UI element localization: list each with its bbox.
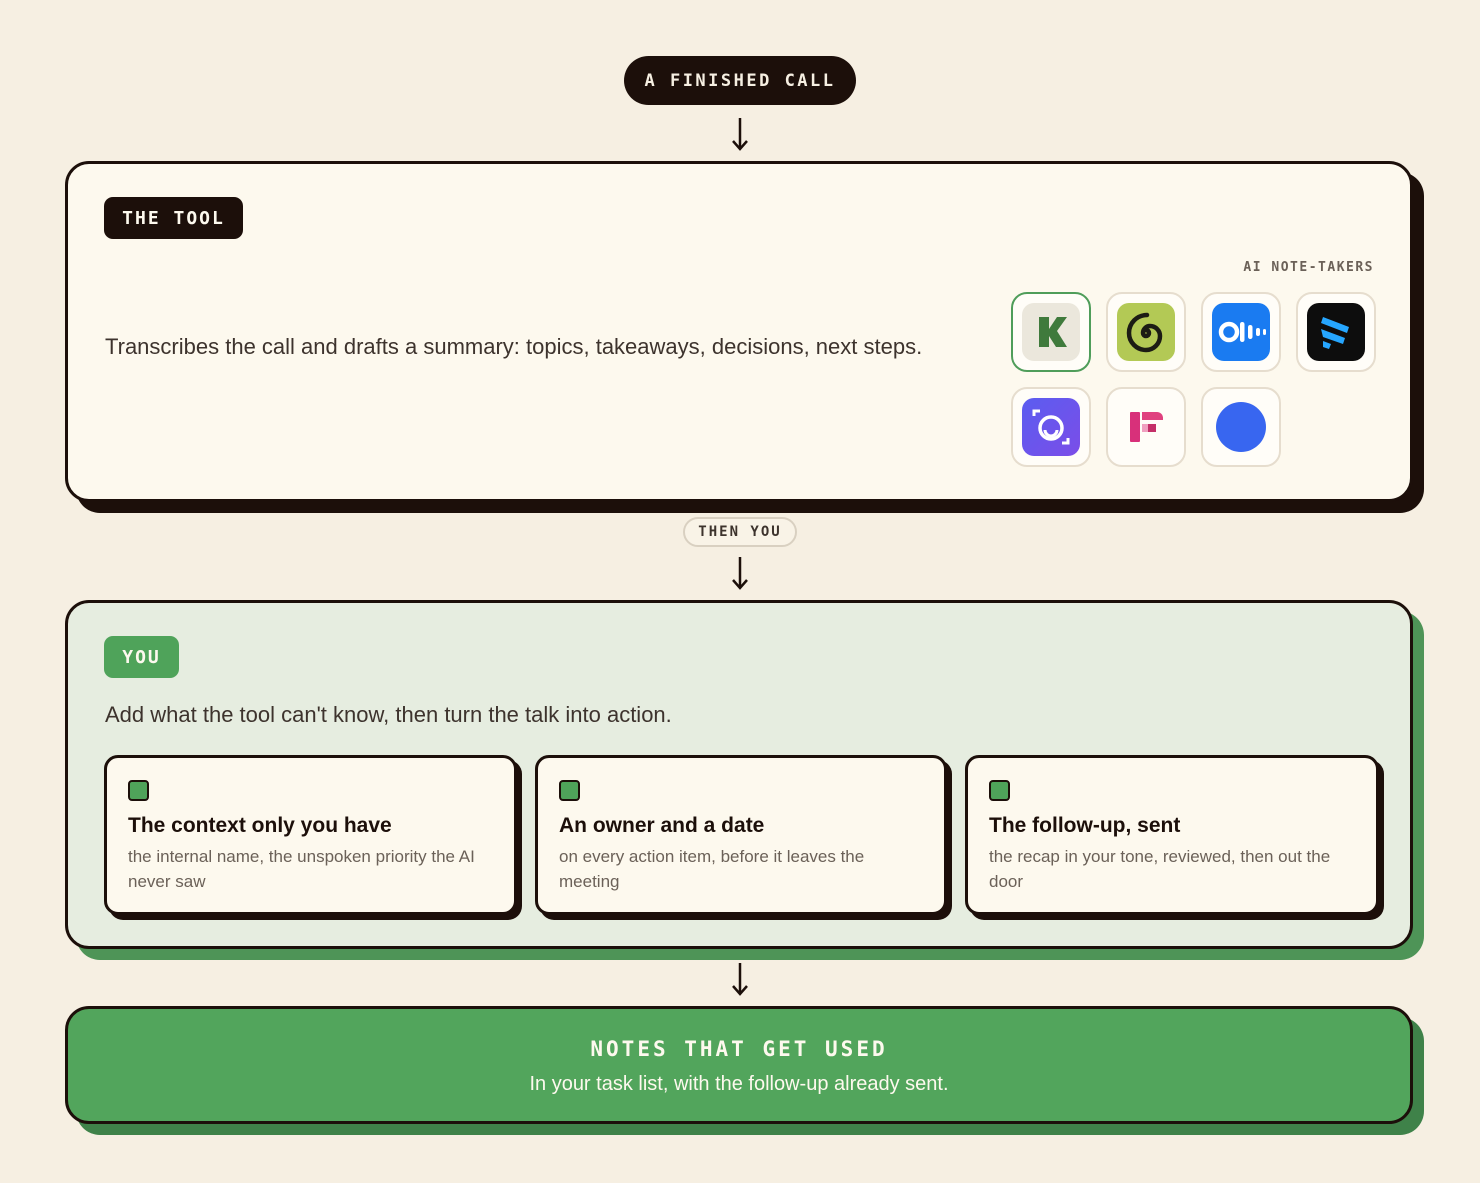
you-panel: YOU Add what the tool can't know, then t… <box>65 600 1413 949</box>
checkbox-icon <box>559 780 580 801</box>
ai-note-takers-label: AI NOTE-TAKERS <box>1243 260 1374 275</box>
result-panel: NOTES THAT GET USED In your task list, w… <box>65 1006 1413 1124</box>
arrow-down-icon <box>731 555 749 591</box>
card-title: The context only you have <box>128 814 392 837</box>
tool-tag: THE TOOL <box>104 197 243 239</box>
card-body: on every action item, before it leaves t… <box>559 847 865 891</box>
otter-logo-icon[interactable] <box>1201 292 1281 372</box>
you-tag: YOU <box>104 636 179 678</box>
blue-circle-logo-icon[interactable] <box>1201 387 1281 467</box>
arrow-down-icon <box>731 116 749 152</box>
card-owner-date: An owner and a date on every action item… <box>535 755 947 915</box>
card-follow-up: The follow-up, sent the recap in your to… <box>965 755 1379 915</box>
checkbox-icon <box>128 780 149 801</box>
result-subtitle: In your task list, with the follow-up al… <box>529 1073 949 1095</box>
f-blocks-logo-icon[interactable] <box>1106 387 1186 467</box>
card-title: An owner and a date <box>559 814 765 837</box>
card-body: the internal name, the unspoken priority… <box>128 847 475 891</box>
card-title: The follow-up, sent <box>989 814 1181 837</box>
tool-panel: THE TOOL Transcribes the call and drafts… <box>65 161 1413 502</box>
camera-scan-logo-icon[interactable] <box>1011 387 1091 467</box>
k-logo-icon[interactable] <box>1011 292 1091 372</box>
card-context: The context only you have the internal n… <box>104 755 517 915</box>
spiral-logo-icon[interactable] <box>1106 292 1186 372</box>
checkbox-icon <box>989 780 1010 801</box>
arrow-down-icon <box>731 961 749 997</box>
card-body: the recap in your tone, reviewed, then o… <box>989 847 1331 891</box>
tool-description: Transcribes the call and drafts a summar… <box>105 334 923 359</box>
result-title: NOTES THAT GET USED <box>590 1037 888 1061</box>
then-you-connector: THEN YOU <box>683 517 797 547</box>
you-description: Add what the tool can't know, then turn … <box>105 702 672 727</box>
start-pill: A FINISHED CALL <box>624 56 856 105</box>
stripes-logo-icon[interactable] <box>1296 292 1376 372</box>
